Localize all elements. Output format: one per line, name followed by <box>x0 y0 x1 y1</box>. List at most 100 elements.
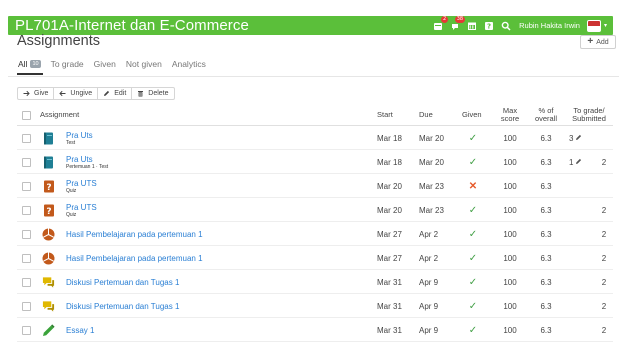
start-date: Mar 20 <box>377 181 402 191</box>
percent-overall: 6.3 <box>540 325 552 335</box>
top-bar-actions: 2 38 ? Rubin Hakita Irwin ▾ <box>433 15 607 35</box>
assignment-subtitle: Quiz <box>66 187 77 194</box>
col-start[interactable]: Start <box>377 104 393 126</box>
row-checkbox[interactable] <box>22 301 31 311</box>
user-name[interactable]: Rubin Hakita Irwin <box>519 21 580 30</box>
ungive-label: Ungive <box>70 90 93 97</box>
given-check-icon: ✓ <box>468 276 478 288</box>
row-checkbox[interactable] <box>22 205 31 215</box>
svg-text:?: ? <box>46 207 51 217</box>
table-row[interactable]: ? Pra UTS Quiz Mar 20 Mar 23 ✕ 100 6.3 <box>17 174 613 198</box>
ungive-button[interactable]: Ungive <box>54 88 99 99</box>
messages-icon[interactable]: 38 <box>450 15 466 31</box>
tab-all-label: All <box>18 59 28 69</box>
to-grade-cell <box>569 198 587 222</box>
tab-to-grade[interactable]: To grade <box>51 59 84 69</box>
table-row[interactable]: Pra Uts Test Mar 18 Mar 20 ✓ 100 6.3 3 <box>17 126 613 150</box>
tab-all[interactable]: All 10 <box>18 59 41 69</box>
to-grade-cell <box>569 318 587 342</box>
submitted-count: 2 <box>601 157 607 167</box>
row-select-cell <box>22 150 31 174</box>
row-checkbox[interactable] <box>22 325 31 335</box>
course-title[interactable]: PL701A-Internet dan E-Commerce <box>15 17 249 34</box>
percent-overall: 6.3 <box>540 133 552 143</box>
chevron-down-icon[interactable]: ▾ <box>604 22 607 29</box>
to-grade-cell[interactable]: 3 <box>569 126 587 150</box>
select-all-checkbox[interactable] <box>22 110 31 120</box>
give-button[interactable]: Give <box>18 88 55 99</box>
row-checkbox[interactable] <box>22 277 31 287</box>
add-button[interactable]: + Add <box>580 35 616 49</box>
due-date: Apr 9 <box>419 301 439 311</box>
assignment-subtitle: Test <box>66 139 76 146</box>
max-score: 100 <box>503 301 517 311</box>
assignment-link[interactable]: Hasil Pembelajaran pada pertemuan 1 <box>66 254 203 263</box>
table-row[interactable]: Essay 1 Mar 31 Apr 9 ✓ 100 6.3 2 <box>17 318 613 342</box>
submitted-count: 2 <box>601 229 607 239</box>
max-score: 100 <box>503 181 517 191</box>
row-checkbox[interactable] <box>22 181 31 191</box>
to-grade-cell[interactable]: 1 <box>569 150 587 174</box>
plus-icon: + <box>587 36 594 47</box>
assignment-name-cell: Hasil Pembelajaran pada pertemuan 1 <box>66 222 203 246</box>
avatar[interactable] <box>586 19 601 32</box>
help-icon[interactable]: ? <box>484 21 494 31</box>
table-row[interactable]: Pra Uts Pertemuan 1 · Test Mar 18 Mar 20 ✓ 10… <box>17 150 613 174</box>
book-icon <box>42 150 55 174</box>
tab-analytics[interactable]: Analytics <box>172 59 206 69</box>
calendar-icon[interactable] <box>467 21 477 31</box>
col-max-score[interactable]: Max score <box>495 104 525 126</box>
assignment-link[interactable]: Essay 1 <box>66 326 94 335</box>
quiz-icon: ? <box>42 174 55 198</box>
row-checkbox[interactable] <box>22 157 31 167</box>
col-to-grade-submitted[interactable]: To grade/ Submitted <box>567 104 611 126</box>
row-select-cell <box>22 222 31 246</box>
to-grade-count: 1 <box>569 157 574 167</box>
assignment-link[interactable]: Pra Uts <box>66 131 93 140</box>
edit-button[interactable]: Edit <box>98 88 133 99</box>
row-checkbox[interactable] <box>22 133 31 143</box>
pencil-icon[interactable] <box>575 134 582 143</box>
start-date: Mar 31 <box>377 301 402 311</box>
submitted-count: 2 <box>601 253 607 263</box>
table-row[interactable]: Hasil Pembelajaran pada pertemuan 1 Mar 2… <box>17 246 613 270</box>
assignment-link[interactable]: Pra UTS <box>66 179 97 188</box>
table-row[interactable]: Diskusi Pertemuan dan Tugas 1 Mar 31 Apr 9… <box>17 270 613 294</box>
assignment-link[interactable]: Diskusi Pertemuan dan Tugas 1 <box>66 278 179 287</box>
table-row[interactable]: Diskusi Pertemuan dan Tugas 1 Mar 31 Apr 9… <box>17 294 613 318</box>
start-date: Mar 20 <box>377 205 402 215</box>
notifications-badge: 2 <box>440 15 449 23</box>
assignment-link[interactable]: Pra UTS <box>66 203 97 212</box>
tab-given[interactable]: Given <box>94 59 116 69</box>
col-due[interactable]: Due <box>419 104 433 126</box>
col-percent-line2: overall <box>534 114 558 123</box>
search-icon[interactable] <box>501 21 511 31</box>
col-percent-overall[interactable]: % of overall <box>529 104 563 126</box>
delete-button[interactable]: Delete <box>132 88 173 99</box>
given-check-icon: ✓ <box>468 324 478 336</box>
quiz-icon: ? <box>42 198 55 222</box>
submitted-count <box>597 126 611 150</box>
table-header: Assignment Start Due Given Max score % o… <box>17 104 613 126</box>
bulk-action-toolbar: Give Ungive Edit Delete <box>17 87 175 100</box>
pie-chart-icon <box>42 222 55 246</box>
submitted-count: 2 <box>601 205 607 215</box>
col-assignment[interactable]: Assignment <box>40 104 79 126</box>
table-row[interactable]: Hasil Pembelajaran pada pertemuan 1 Mar 2… <box>17 222 613 246</box>
row-checkbox[interactable] <box>22 229 31 239</box>
assignment-link[interactable]: Diskusi Pertemuan dan Tugas 1 <box>66 302 179 311</box>
table-row[interactable]: ? Pra UTS Quiz Mar 20 Mar 23 ✓ 100 6.3 2 <box>17 198 613 222</box>
tabs-divider <box>8 76 619 77</box>
page-title: Assignments <box>17 33 101 49</box>
row-checkbox[interactable] <box>22 253 31 263</box>
assignment-link[interactable]: Hasil Pembelajaran pada pertemuan 1 <box>66 230 203 239</box>
given-check-icon: ✓ <box>468 204 478 216</box>
pencil-icon[interactable] <box>575 158 582 167</box>
select-all-cell <box>22 104 31 126</box>
due-date: Mar 20 <box>419 133 444 143</box>
tab-not-given[interactable]: Not given <box>126 59 162 69</box>
notifications-icon[interactable]: 2 <box>433 15 449 31</box>
assignment-link[interactable]: Pra Uts <box>66 155 93 164</box>
col-given[interactable]: Given <box>462 104 482 126</box>
given-check-icon: ✓ <box>468 300 478 312</box>
